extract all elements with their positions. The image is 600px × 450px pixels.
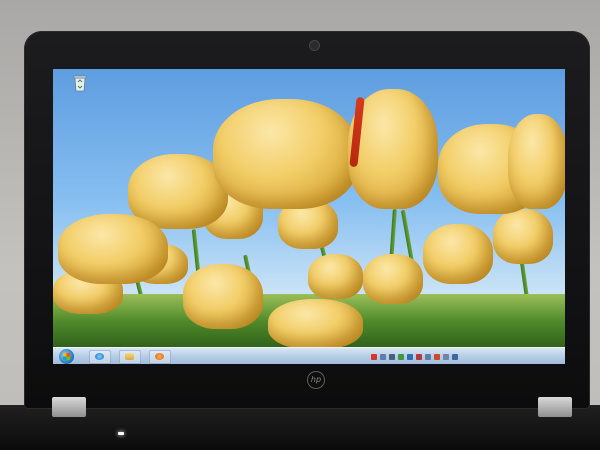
tray-app-icon[interactable]: [434, 353, 440, 360]
hp-logo-icon: hp: [307, 371, 325, 389]
system-tray: [371, 351, 458, 362]
tulip-flower: [508, 114, 565, 209]
tulip-flower: [213, 99, 358, 209]
battery-icon[interactable]: [398, 353, 404, 360]
tulip-flower: [493, 209, 553, 264]
tulip-flower: [363, 254, 423, 304]
power-led: [118, 432, 124, 435]
taskbar-pinned-file-explorer[interactable]: [119, 350, 141, 364]
tray-app-icon[interactable]: [407, 353, 413, 360]
media-player-icon: [155, 353, 164, 360]
tulip-flower: [268, 299, 363, 349]
volume-icon[interactable]: [389, 353, 395, 360]
flag-icon[interactable]: [371, 353, 377, 360]
tulip-flower: [308, 254, 363, 299]
tray-app-icon[interactable]: [425, 353, 431, 360]
recycle-bin-icon: [73, 75, 87, 92]
tulip-flower: [423, 224, 493, 284]
taskbar: [53, 347, 565, 364]
desk-surface: [0, 405, 600, 450]
internet-explorer-icon: [95, 353, 104, 360]
tulip-flower: [58, 214, 168, 284]
tray-app-icon[interactable]: [443, 353, 449, 360]
laptop-hinge-right: [538, 397, 572, 417]
taskbar-pinned-media-player[interactable]: [149, 350, 171, 364]
desktop-icon-recycle-bin[interactable]: [69, 74, 91, 100]
webcam-icon: [309, 40, 320, 51]
file-explorer-icon: [125, 353, 134, 360]
taskbar-pinned-internet-explorer[interactable]: [89, 350, 111, 364]
tray-app-icon[interactable]: [452, 353, 458, 360]
laptop-hinge-left: [52, 397, 86, 417]
tray-app-icon[interactable]: [416, 353, 422, 360]
network-icon[interactable]: [380, 353, 386, 360]
desktop-screen: [53, 69, 565, 364]
windows-start-orb-icon[interactable]: [59, 349, 74, 364]
tulip-flower: [183, 264, 263, 329]
